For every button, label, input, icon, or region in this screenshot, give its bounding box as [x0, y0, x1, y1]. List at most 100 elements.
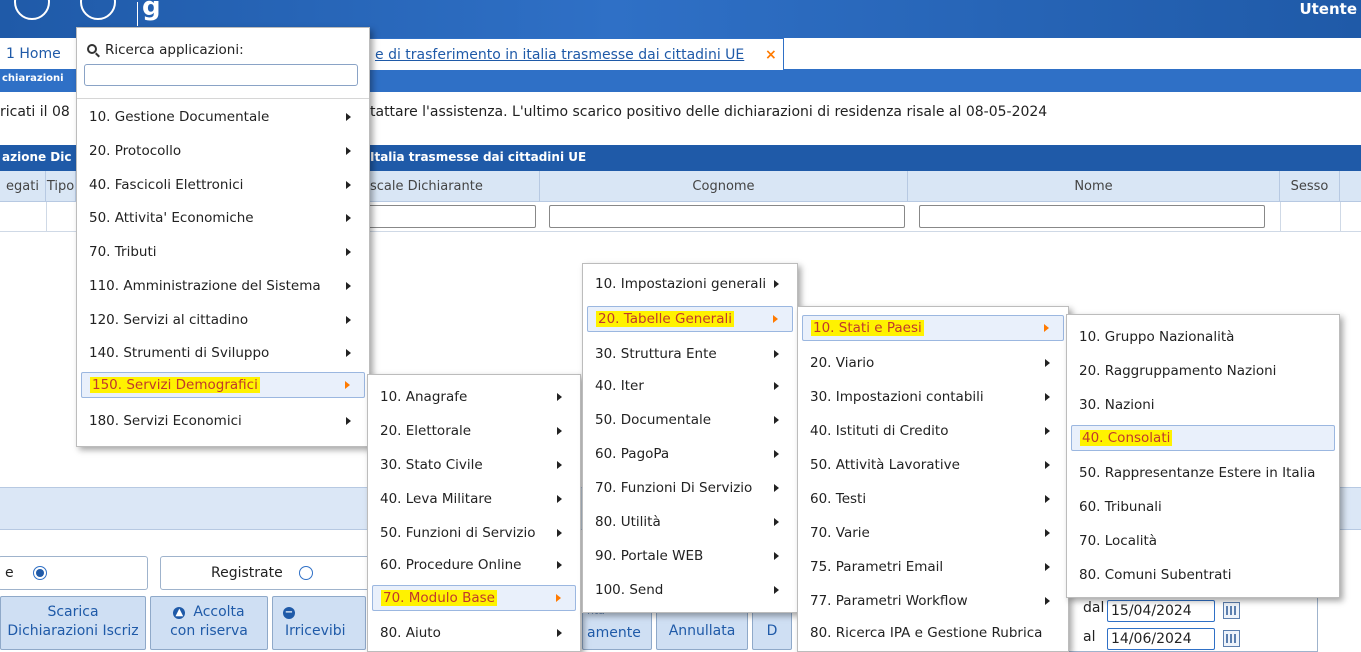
- menu-item-gestione-documentale[interactable]: 10. Gestione Documentale: [81, 105, 365, 131]
- menu-item-impostazioni-generali[interactable]: 10. Impostazioni generali: [587, 272, 793, 298]
- search-applications-input[interactable]: [84, 64, 358, 86]
- dal-date-input[interactable]: 15/04/2024: [1107, 600, 1215, 622]
- tab-close-icon[interactable]: ×: [765, 39, 777, 71]
- radio-left[interactable]: [33, 566, 47, 580]
- chevron-right-icon: [774, 450, 779, 458]
- col-sesso[interactable]: Sesso: [1280, 171, 1340, 202]
- menu-item-viario[interactable]: 20. Viario: [802, 351, 1064, 377]
- menu-item-testi[interactable]: 60. Testi: [802, 487, 1064, 513]
- menu-item-protocollo[interactable]: 20. Protocollo: [81, 139, 365, 165]
- menu-item-label: 150. Servizi Demografici: [90, 377, 260, 393]
- menu-item-parametri-workflow[interactable]: 77. Parametri Workflow: [802, 589, 1064, 615]
- menu-item-istituti-credito[interactable]: 40. Istituti di Credito: [802, 419, 1064, 445]
- menu-item-label: 40. Istituti di Credito: [810, 423, 949, 439]
- menu-item-iter[interactable]: 40. Iter: [587, 374, 793, 400]
- menu-item-attivita-lavorative[interactable]: 50. Attività Lavorative: [802, 453, 1064, 479]
- menu-item-struttura-ente[interactable]: 30. Struttura Ente: [587, 342, 793, 368]
- menu-item-tribunali[interactable]: 60. Tribunali: [1071, 495, 1335, 521]
- menu-item-ricerca-ipa[interactable]: 80. Ricerca IPA e Gestione Rubrica: [802, 621, 1064, 647]
- scarica-dichiarazioni-button[interactable]: Scarica Dichiarazioni Iscriz: [0, 596, 146, 650]
- menu-item-send[interactable]: 100. Send: [587, 578, 793, 604]
- chevron-right-icon: [557, 529, 562, 537]
- menu-item-funzioni-di-servizio[interactable]: 70. Funzioni Di Servizio: [587, 476, 793, 502]
- menu-item-amministrazione-sistema[interactable]: 110. Amministrazione del Sistema: [81, 274, 365, 300]
- menu-divider: [77, 98, 369, 99]
- col-nome[interactable]: Nome: [908, 171, 1280, 202]
- radio-registrate[interactable]: [299, 566, 313, 580]
- menu-item-attivita-economiche[interactable]: 50. Attivita' Economiche: [81, 206, 365, 232]
- menu-item-label: 40. Leva Militare: [380, 491, 492, 507]
- menu-item-funzioni-servizio[interactable]: 50. Funzioni di Servizio: [372, 521, 576, 547]
- menu-item-label: 75. Parametri Email: [810, 559, 944, 575]
- menu-item-elettorale[interactable]: 20. Elettorale: [372, 419, 576, 445]
- menu-item-label: 90. Portale WEB: [595, 548, 704, 564]
- menu-circle-icon[interactable]: [80, 0, 116, 20]
- menu-item-anagrafe[interactable]: 10. Anagrafe: [372, 385, 576, 411]
- chevron-right-icon: [1045, 427, 1050, 435]
- chevron-right-icon: [346, 316, 351, 324]
- chevron-right-icon: [557, 393, 562, 401]
- dal-label: dal: [1083, 600, 1105, 616]
- menu-item-fascicoli-elettronici[interactable]: 40. Fascicoli Elettronici: [81, 173, 365, 199]
- menu-item-aiuto[interactable]: 80. Aiuto: [372, 621, 576, 647]
- menu-item-label: 50. Funzioni di Servizio: [380, 525, 536, 541]
- menu-item-raggruppamento-nazioni[interactable]: 20. Raggruppamento Nazioni: [1071, 359, 1335, 385]
- menu-item-pagopa[interactable]: 60. PagoPa: [587, 442, 793, 468]
- menu-item-servizi-economici[interactable]: 180. Servizi Economici: [81, 409, 365, 435]
- accolta-label-1: Accolta: [193, 604, 245, 620]
- menu-item-varie[interactable]: 70. Varie: [802, 521, 1064, 547]
- menu-item-strumenti-sviluppo[interactable]: 140. Strumenti di Sviluppo: [81, 341, 365, 367]
- calendar-icon[interactable]: [1223, 630, 1240, 647]
- menu-item-gruppo-nazionalita[interactable]: 10. Gruppo Nazionalità: [1071, 325, 1335, 351]
- menu-item-label: 80. Ricerca IPA e Gestione Rubrica: [810, 625, 1043, 641]
- chevron-right-icon: [346, 248, 351, 256]
- chevron-right-icon: [346, 147, 351, 155]
- al-date-input[interactable]: 14/06/2024: [1107, 628, 1215, 650]
- irricevibile-label: Irricevibi: [285, 623, 346, 639]
- menu-item-leva-militare[interactable]: 40. Leva Militare: [372, 487, 576, 513]
- col-cognome[interactable]: Cognome: [540, 171, 908, 202]
- col-tipo[interactable]: Tipo: [46, 171, 76, 202]
- menu-item-procedure-online[interactable]: 60. Procedure Online: [372, 553, 576, 579]
- chevron-right-icon: [346, 282, 351, 290]
- menu-item-impostazioni-contabili[interactable]: 30. Impostazioni contabili: [802, 385, 1064, 411]
- menu-item-label: 60. Tribunali: [1079, 499, 1162, 515]
- menu-item-stato-civile[interactable]: 30. Stato Civile: [372, 453, 576, 479]
- tab-active[interactable]: e di trasferimento in italia trasmesse d…: [360, 38, 784, 70]
- menu-item-label: 20. Protocollo: [89, 143, 182, 159]
- search-icon: [87, 44, 97, 54]
- menu-item-parametri-email[interactable]: 75. Parametri Email: [802, 555, 1064, 581]
- menu-item-modulo-base[interactable]: 70. Modulo Base: [372, 585, 576, 611]
- col-allegati[interactable]: egati: [0, 171, 46, 202]
- menu-item-localita[interactable]: 70. Località: [1071, 529, 1335, 555]
- menu-item-stati-e-paesi[interactable]: 10. Stati e Paesi: [802, 315, 1064, 341]
- menu-item-label: 70. Funzioni Di Servizio: [595, 480, 753, 496]
- user-label[interactable]: Utente: [1299, 0, 1357, 18]
- menu-item-nazioni[interactable]: 30. Nazioni: [1071, 393, 1335, 419]
- annullata-label: Annullata: [668, 623, 736, 639]
- accolta-con-riserva-button[interactable]: ▲ Accolta con riserva: [150, 596, 268, 650]
- menu-item-servizi-cittadino[interactable]: 120. Servizi al cittadino: [81, 308, 365, 334]
- tab-home[interactable]: 1 Home: [0, 38, 61, 70]
- menu-item-rappresentanze-estere[interactable]: 50. Rappresentanze Estere in Italia: [1071, 461, 1335, 487]
- chevron-right-icon: [1045, 495, 1050, 503]
- tabelle-generali-submenu: 10. Stati e Paesi 20. Viario 30. Imposta…: [797, 306, 1069, 652]
- menu-item-documentale[interactable]: 50. Documentale: [587, 408, 793, 434]
- menu-item-utilita[interactable]: 80. Utilità: [587, 510, 793, 536]
- calendar-icon[interactable]: [1223, 602, 1240, 619]
- menu-item-tributi[interactable]: 70. Tributi: [81, 240, 365, 266]
- menu-item-tabelle-generali[interactable]: 20. Tabelle Generali: [587, 306, 793, 332]
- menu-item-servizi-demografici[interactable]: 150. Servizi Demografici: [81, 372, 365, 398]
- menu-item-label: 20. Raggruppamento Nazioni: [1079, 363, 1277, 379]
- filter-cognome-input[interactable]: [549, 205, 905, 228]
- chevron-right-icon: [346, 214, 351, 222]
- menu-item-consolati[interactable]: 40. Consolati: [1071, 425, 1335, 451]
- filter-codice-fiscale-input[interactable]: [366, 205, 536, 228]
- menu-item-comuni-subentrati[interactable]: 80. Comuni Subentrati: [1071, 563, 1335, 589]
- chevron-right-icon: [1045, 393, 1050, 401]
- filter-nome-input[interactable]: [919, 205, 1265, 228]
- menu-item-portale-web[interactable]: 90. Portale WEB: [587, 544, 793, 570]
- logo-circle-icon[interactable]: [14, 0, 50, 20]
- menu-item-label: 70. Varie: [810, 525, 870, 541]
- irricevibile-button[interactable]: − Irricevibi: [272, 596, 366, 650]
